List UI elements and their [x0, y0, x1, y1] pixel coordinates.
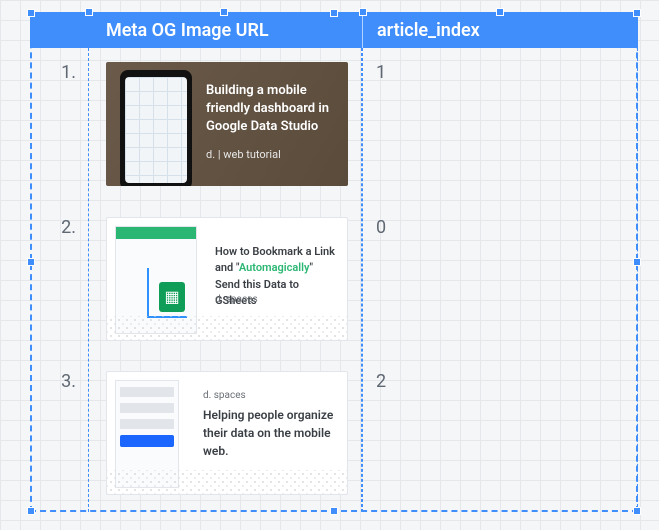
thumb-title-accent: Automagically [239, 261, 310, 274]
thumbnail-image[interactable]: ▦ How to Bookmark a Link and "Automagica… [106, 217, 348, 341]
cell-image: ▦ How to Bookmark a Link and "Automagica… [88, 217, 362, 341]
table-row: 1. Building a mobile friendly dashboard … [30, 48, 638, 203]
column-handle[interactable] [496, 8, 504, 16]
data-table: Meta OG Image URL article_index 1. Build… [30, 12, 638, 512]
cell-image: Building a mobile friendly dashboard in … [88, 62, 362, 186]
column-handle[interactable] [220, 8, 228, 16]
thumb-title: Building a mobile friendly dashboard in … [206, 82, 338, 137]
pixel-pattern-icon [107, 316, 347, 340]
header-article-index[interactable]: article_index [363, 20, 638, 41]
row-number: 1. [30, 62, 88, 83]
thumbnail-image[interactable]: d. spaces Helping people organize their … [106, 371, 348, 495]
table-row: 3. d. spaces Helping people organize the… [30, 357, 638, 512]
phone-mockup-icon [120, 70, 192, 186]
thumb-subtitle: d. | web tutorial [206, 148, 281, 161]
thumb-subtitle: d. spaces [215, 294, 258, 305]
table-row: 2. ▦ How to Bookmark a Link and "Automag… [30, 203, 638, 358]
selected-table-component[interactable]: Meta OG Image URL article_index 1. Build… [30, 12, 638, 512]
row-number: 3. [30, 371, 88, 392]
column-handle[interactable] [359, 8, 367, 16]
header-image-url[interactable]: Meta OG Image URL [88, 20, 362, 41]
column-handle[interactable] [85, 8, 93, 16]
cell-article-index: 2 [362, 371, 638, 392]
table-body: 1. Building a mobile friendly dashboard … [30, 48, 638, 512]
thumbnail-image[interactable]: Building a mobile friendly dashboard in … [106, 62, 348, 186]
cell-article-index: 0 [362, 217, 638, 238]
pixel-pattern-icon [107, 470, 347, 494]
cell-image: d. spaces Helping people organize their … [88, 371, 362, 495]
thumb-subtitle: d. spaces [203, 390, 246, 401]
row-number: 2. [30, 217, 88, 238]
cell-article-index: 1 [362, 62, 638, 83]
thumb-title: Helping people organize their data on th… [203, 406, 337, 460]
sheets-icon: ▦ [159, 282, 185, 312]
table-header-row: Meta OG Image URL article_index [30, 12, 638, 48]
